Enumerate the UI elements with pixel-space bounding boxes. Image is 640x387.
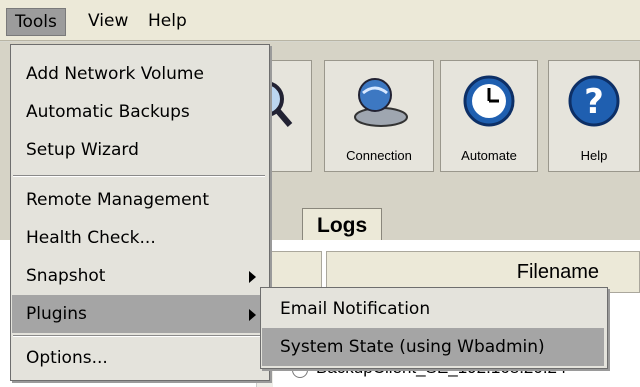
help-label: Help [580, 148, 608, 163]
menu-item-options[interactable]: Options... [12, 339, 268, 377]
menu-item-label: Options... [26, 348, 108, 368]
submenu-item-email-notification[interactable]: Email Notification [262, 290, 604, 328]
connection-icon [354, 78, 408, 127]
menu-item-label: Setup Wizard [26, 140, 139, 160]
automate-label: Automate [461, 148, 517, 163]
help-icon: ? [568, 75, 620, 127]
submenu-arrow-icon [249, 271, 256, 283]
connection-label: Connection [346, 148, 412, 163]
submenu-arrow-icon [249, 309, 256, 321]
plugins-submenu: Email Notification System State (using W… [260, 287, 608, 369]
menu-view[interactable]: View [80, 8, 136, 34]
menu-item-label: Plugins [26, 304, 87, 324]
menu-item-add-network-volume[interactable]: Add Network Volume [12, 55, 268, 93]
menu-separator [13, 335, 265, 337]
menu-item-automatic-backups[interactable]: Automatic Backups [12, 93, 268, 131]
menu-view-label: View [88, 11, 129, 31]
menu-item-label: Health Check... [26, 228, 156, 248]
menu-item-snapshot[interactable]: Snapshot [12, 257, 268, 295]
app-window: Tools View Help Connection Automate ? He… [0, 0, 640, 387]
automate-button[interactable]: Automate [440, 60, 538, 172]
tab-logs-label: Logs [317, 214, 368, 237]
submenu-item-label: System State (using Wbadmin) [280, 337, 545, 357]
tools-menu: Add Network Volume Automatic Backups Set… [10, 44, 270, 381]
menu-help[interactable]: Help [140, 8, 195, 34]
menu-item-label: Snapshot [26, 266, 106, 286]
menu-item-label: Add Network Volume [26, 64, 204, 84]
menu-help-label: Help [148, 11, 187, 31]
menu-separator [13, 175, 265, 177]
menu-tools[interactable]: Tools [6, 8, 66, 36]
tab-logs[interactable]: Logs [302, 208, 383, 243]
svg-text:?: ? [584, 82, 604, 122]
submenu-item-system-state[interactable]: System State (using Wbadmin) [262, 328, 604, 366]
menu-item-plugins[interactable]: Plugins [12, 295, 268, 333]
menu-item-health-check[interactable]: Health Check... [12, 219, 268, 257]
menu-bar: Tools View Help [0, 0, 640, 41]
menu-item-setup-wizard[interactable]: Setup Wizard [12, 131, 268, 169]
connection-button[interactable]: Connection [324, 60, 434, 172]
menu-tools-label: Tools [15, 12, 57, 32]
menu-item-label: Remote Management [26, 190, 209, 210]
help-button[interactable]: ? Help [548, 60, 640, 172]
menu-item-label: Automatic Backups [26, 102, 190, 122]
submenu-item-label: Email Notification [280, 299, 431, 319]
filename-header-label: Filename [516, 261, 599, 283]
menu-item-remote-management[interactable]: Remote Management [12, 181, 268, 219]
clock-icon [463, 75, 515, 127]
